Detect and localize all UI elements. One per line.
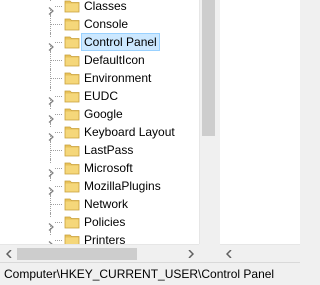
tree-connector [51, 78, 62, 79]
chevron-right-icon[interactable] [47, 110, 55, 123]
tree-item[interactable]: Keyboard Layout [0, 123, 200, 141]
tree-item-label: Policies [84, 215, 126, 229]
folder-icon [64, 125, 80, 139]
tree-connector [51, 24, 62, 25]
tree-item-label: LastPass [84, 143, 134, 157]
tree-connector [51, 60, 62, 61]
tree-item[interactable]: Console [0, 15, 200, 33]
folder-icon [64, 215, 80, 229]
tree-item[interactable]: Google [0, 105, 200, 123]
folder-icon [64, 143, 80, 157]
tree-horizontal-scroll-thumb[interactable] [17, 248, 137, 260]
tree-item-label: Console [84, 17, 129, 31]
tree-connector [51, 204, 62, 205]
tree-connector [51, 150, 62, 151]
folder-icon [64, 197, 80, 211]
folder-icon [64, 179, 80, 193]
tree-item-label: Environment [84, 71, 152, 85]
chevron-right-icon[interactable] [47, 38, 55, 51]
tree-item[interactable]: Policies [0, 213, 200, 231]
tree-item[interactable]: Microsoft [0, 159, 200, 177]
tree-item[interactable]: MozillaPlugins [0, 177, 200, 195]
chevron-right-icon[interactable] [47, 128, 55, 141]
folder-icon [64, 0, 80, 13]
tree-item-label: Network [84, 197, 129, 211]
tree-item[interactable]: Environment [0, 69, 200, 87]
chevron-right-icon[interactable] [47, 2, 55, 15]
tree-item-label: Microsoft [84, 161, 133, 175]
tree-item-label: MozillaPlugins [84, 179, 161, 193]
values-horizontal-scrollbar[interactable] [220, 244, 300, 262]
folder-icon [64, 71, 80, 85]
chevron-right-icon[interactable] [47, 182, 55, 195]
tree-item[interactable]: EUDC [0, 87, 200, 105]
tree-item-label: Keyboard Layout [84, 125, 175, 139]
folder-icon [64, 17, 80, 31]
values-pane[interactable] [220, 0, 300, 262]
tree-item-label: Classes [84, 0, 127, 13]
chevron-right-icon[interactable] [47, 218, 55, 231]
tree-item-label: EUDC [84, 89, 119, 103]
tree-item[interactable]: Classes [0, 0, 200, 15]
tree-item-label: Control Panel [81, 33, 160, 51]
chevron-right-icon[interactable] [47, 236, 55, 249]
folder-icon [64, 53, 80, 67]
tree-item[interactable]: DefaultIcon [0, 51, 200, 69]
folder-icon [64, 89, 80, 103]
chevron-right-icon[interactable] [47, 164, 55, 177]
tree-item[interactable]: Network [0, 195, 200, 213]
tree-horizontal-scrollbar[interactable] [0, 244, 199, 262]
scroll-left-icon[interactable] [0, 245, 17, 262]
scrollbar-corner [199, 244, 216, 262]
scroll-left-icon[interactable] [220, 245, 237, 262]
scroll-right-icon[interactable] [182, 245, 199, 262]
chevron-right-icon[interactable] [47, 92, 55, 105]
tree-item-label: Google [84, 107, 123, 121]
tree-item-label: DefaultIcon [84, 53, 145, 67]
tree-item[interactable]: Control Panel [0, 33, 200, 51]
tree-item[interactable]: LastPass [0, 141, 200, 159]
tree-vertical-scrollbar[interactable] [199, 0, 216, 244]
registry-tree-pane[interactable]: Classes Console Control Panel DefaultIcon En… [0, 0, 216, 262]
folder-icon [64, 107, 80, 121]
tree-vertical-scroll-thumb[interactable] [202, 0, 215, 136]
folder-icon [64, 35, 80, 49]
status-bar: Computer\HKEY_CURRENT_USER\Control Panel [0, 262, 300, 285]
folder-icon [64, 161, 80, 175]
registry-path: Computer\HKEY_CURRENT_USER\Control Panel [4, 267, 275, 281]
